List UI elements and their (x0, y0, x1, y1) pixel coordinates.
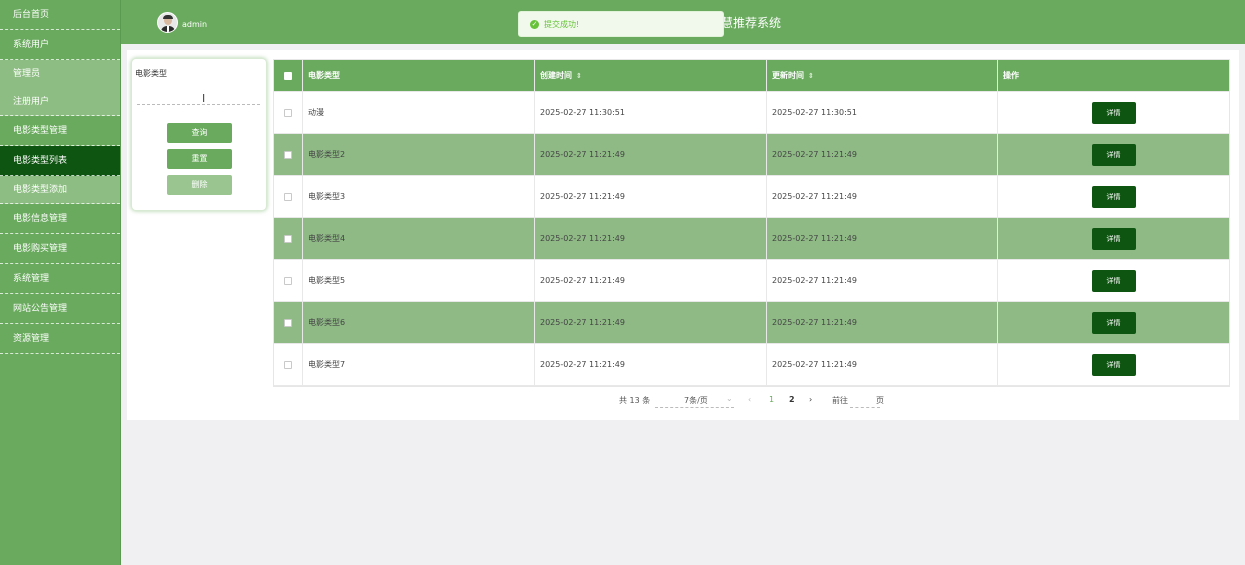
username[interactable]: admin (182, 20, 207, 29)
cell-updated: 2025-02-27 11:21:49 (767, 344, 998, 386)
cell-updated: 2025-02-27 11:21:49 (767, 176, 998, 218)
sidebar-item-announcement-management[interactable]: 网站公告管理 (0, 294, 120, 324)
row-checkbox[interactable] (284, 360, 292, 369)
select-all-checkbox[interactable] (284, 71, 292, 80)
page-size-select[interactable]: 7条/页 ⌄ (655, 394, 734, 408)
column-header-updated[interactable]: 更新时间 ⇕ (767, 60, 998, 92)
detail-button[interactable]: 详情 (1091, 143, 1136, 166)
movie-type-search-input[interactable] (137, 91, 260, 105)
sidebar-item-resource-management[interactable]: 资源管理 (0, 324, 120, 354)
cell-updated: 2025-02-27 11:21:49 (767, 218, 998, 260)
sort-icon[interactable]: ⇕ (576, 72, 582, 80)
cell-type: 电影类型7 (303, 344, 535, 386)
avatar[interactable] (157, 12, 178, 33)
column-header-type: 电影类型 (308, 71, 340, 80)
sidebar-item-system-management[interactable]: 系统管理 (0, 264, 120, 294)
sidebar-item-registered-users[interactable]: 注册用户 (0, 88, 120, 116)
system-title: 慧推荐系统 (721, 16, 782, 30)
cell-created: 2025-02-27 11:21:49 (535, 218, 767, 260)
cell-created: 2025-02-27 11:21:49 (535, 134, 767, 176)
column-header-created[interactable]: 创建时间 ⇕ (535, 60, 767, 92)
sort-icon[interactable]: ⇕ (808, 72, 814, 80)
chevron-down-icon: ⌄ (726, 394, 733, 403)
main-content: 电影类型 I 查询 重置 删除 电影类型 创建时间 ⇕ 更新时间 ⇕ 操作 动漫 2… (127, 50, 1239, 420)
column-header-action: 操作 (1003, 71, 1019, 80)
cell-type: 电影类型2 (303, 134, 535, 176)
sidebar-item-system-users[interactable]: 系统用户 (0, 30, 120, 60)
page-number-2[interactable]: 2 (789, 395, 795, 404)
text-cursor-icon: I (202, 92, 206, 105)
cell-created: 2025-02-27 11:21:49 (535, 302, 767, 344)
sidebar-item-home[interactable]: 后台首页 (0, 0, 120, 30)
next-page-icon[interactable]: › (809, 395, 812, 404)
search-label: 电影类型 (135, 69, 167, 78)
cell-updated: 2025-02-27 11:21:49 (767, 134, 998, 176)
page-label: 页 (876, 396, 884, 405)
cell-type: 电影类型5 (303, 260, 535, 302)
sidebar-item-movie-purchase-management[interactable]: 电影购买管理 (0, 234, 120, 264)
column-header-updated-label: 更新时间 (772, 71, 804, 80)
cell-created: 2025-02-27 11:21:49 (535, 176, 767, 218)
check-circle-icon: ✓ (530, 20, 539, 29)
table-row[interactable]: 电影类型4 2025-02-27 11:21:49 2025-02-27 11:… (274, 218, 1229, 260)
row-checkbox[interactable] (284, 276, 292, 285)
cell-type: 动漫 (303, 92, 535, 134)
cell-updated: 2025-02-27 11:30:51 (767, 92, 998, 134)
sidebar-item-movie-type-management[interactable]: 电影类型管理 (0, 116, 120, 146)
goto-label: 前往 (832, 396, 848, 405)
prev-page-icon[interactable]: ‹ (748, 395, 751, 404)
detail-button[interactable]: 详情 (1091, 185, 1136, 208)
page-number-1[interactable]: 1 (769, 395, 774, 404)
cell-created: 2025-02-27 11:21:49 (535, 260, 767, 302)
table-row[interactable]: 电影类型2 2025-02-27 11:21:49 2025-02-27 11:… (274, 134, 1229, 176)
movie-type-table: 电影类型 创建时间 ⇕ 更新时间 ⇕ 操作 动漫 2025-02-27 11:30:… (273, 59, 1230, 387)
sidebar-item-movie-type-add[interactable]: 电影类型添加 (0, 176, 120, 204)
row-checkbox[interactable] (284, 150, 292, 159)
cell-created: 2025-02-27 11:21:49 (535, 344, 767, 386)
row-checkbox[interactable] (284, 108, 292, 117)
cell-type: 电影类型4 (303, 218, 535, 260)
success-toast: ✓ 提交成功! (518, 11, 724, 37)
cell-type: 电影类型3 (303, 176, 535, 218)
cell-type: 电影类型6 (303, 302, 535, 344)
delete-button[interactable]: 删除 (167, 175, 232, 195)
detail-button[interactable]: 详情 (1091, 353, 1136, 376)
sidebar: 后台首页 系统用户 管理员 注册用户 电影类型管理 电影类型列表 电影类型添加 … (0, 0, 121, 565)
toast-message: 提交成功! (544, 20, 580, 29)
row-checkbox[interactable] (284, 192, 292, 201)
reset-button[interactable]: 重置 (167, 149, 232, 169)
table-row[interactable]: 动漫 2025-02-27 11:30:51 2025-02-27 11:30:… (274, 92, 1229, 134)
sidebar-item-admin[interactable]: 管理员 (0, 60, 120, 88)
page-size-value: 7条/页 (684, 396, 708, 405)
table-row[interactable]: 电影类型5 2025-02-27 11:21:49 2025-02-27 11:… (274, 260, 1229, 302)
query-button[interactable]: 查询 (167, 123, 232, 143)
table-row[interactable]: 电影类型6 2025-02-27 11:21:49 2025-02-27 11:… (274, 302, 1229, 344)
row-checkbox[interactable] (284, 234, 292, 243)
cell-created: 2025-02-27 11:30:51 (535, 92, 767, 134)
sidebar-item-movie-type-list[interactable]: 电影类型列表 (0, 146, 120, 176)
detail-button[interactable]: 详情 (1091, 101, 1136, 124)
table-row[interactable]: 电影类型3 2025-02-27 11:21:49 2025-02-27 11:… (274, 176, 1229, 218)
cell-updated: 2025-02-27 11:21:49 (767, 302, 998, 344)
detail-button[interactable]: 详情 (1091, 311, 1136, 334)
detail-button[interactable]: 详情 (1091, 269, 1136, 292)
pagination-total: 共 13 条 (619, 396, 651, 405)
sidebar-item-movie-info-management[interactable]: 电影信息管理 (0, 204, 120, 234)
cell-updated: 2025-02-27 11:21:49 (767, 260, 998, 302)
table-row[interactable]: 电影类型7 2025-02-27 11:21:49 2025-02-27 11:… (274, 344, 1229, 386)
detail-button[interactable]: 详情 (1091, 227, 1136, 250)
row-checkbox[interactable] (284, 318, 292, 327)
column-header-created-label: 创建时间 (540, 71, 572, 80)
search-panel: 电影类型 I 查询 重置 删除 (131, 58, 267, 211)
table-header: 电影类型 创建时间 ⇕ 更新时间 ⇕ 操作 (274, 60, 1229, 92)
